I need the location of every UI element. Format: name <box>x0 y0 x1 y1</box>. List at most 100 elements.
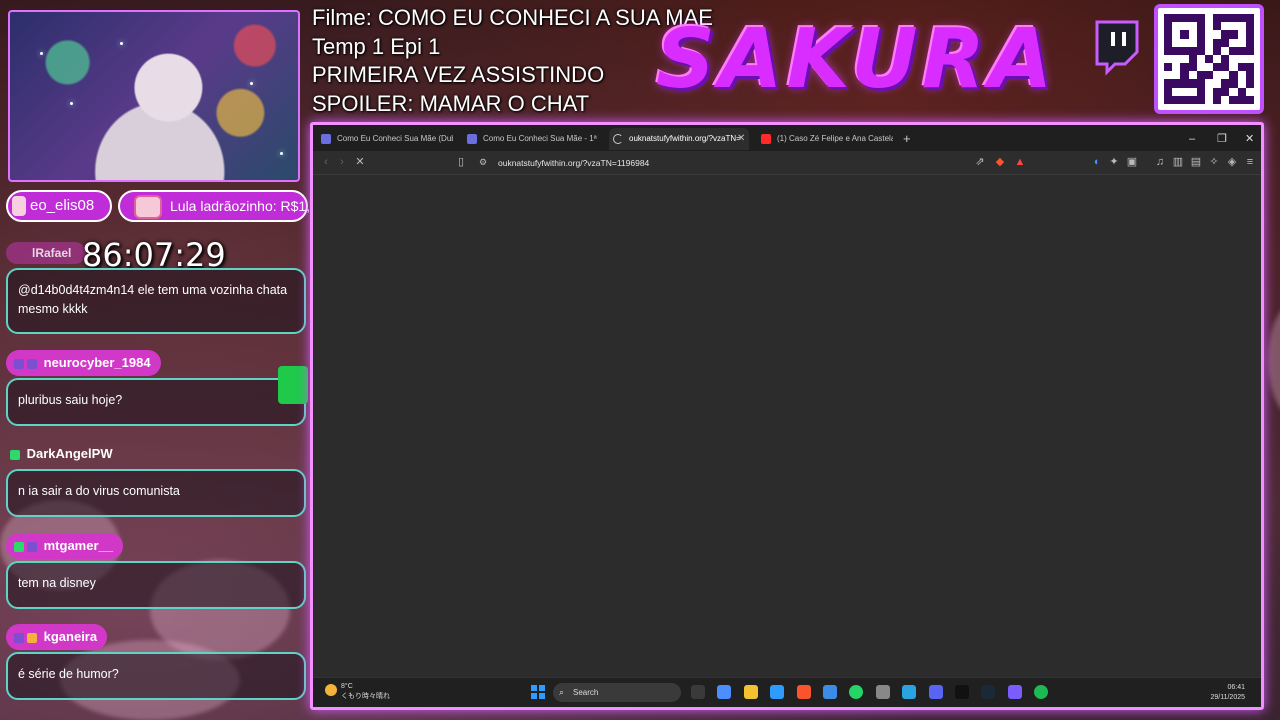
extensions-icon[interactable]: ✦ <box>1107 155 1121 169</box>
back-icon[interactable]: ‹ <box>319 155 333 169</box>
chat-message-text: @d14b0d4t4zm4n14 ele tem uma vozinha cha… <box>18 283 288 316</box>
maximize-button[interactable]: ❐ <box>1217 128 1227 150</box>
audio-icon[interactable]: ◖ <box>1089 155 1103 169</box>
app-icon[interactable] <box>1007 685 1022 699</box>
tab-como-eu-conheci-dublado[interactable]: Como Eu Conheci Sua Mãe (Dublado) <box>317 128 453 150</box>
brave-shields-icon[interactable]: ◆ <box>993 155 1007 169</box>
qr-module <box>1213 95 1222 104</box>
brave-icon[interactable] <box>796 685 811 699</box>
weather-widget[interactable]: 8°C くもり時々晴れ <box>325 682 390 702</box>
task-view-icon[interactable] <box>691 685 705 699</box>
vpn-icon[interactable]: ◈ <box>1225 155 1239 169</box>
qr-module <box>1237 38 1246 47</box>
obs-icon[interactable] <box>875 685 890 699</box>
chat-message-text: n ia sair a do virus comunista <box>18 484 180 498</box>
copilot-icon[interactable] <box>717 685 732 699</box>
qr-module <box>1180 22 1189 31</box>
qr-module <box>1245 38 1254 47</box>
qr-module <box>1221 22 1230 31</box>
wallet-icon[interactable]: ▣ <box>1125 155 1139 169</box>
qr-module <box>1237 95 1246 104</box>
clock-date: 29/11/2025 <box>1210 694 1245 701</box>
taskbar-search[interactable]: ⌕ Search <box>553 683 681 702</box>
edge-icon[interactable] <box>770 685 785 699</box>
qr-module <box>1237 63 1246 72</box>
file-explorer-icon[interactable] <box>743 685 758 699</box>
qr-module <box>1213 79 1222 88</box>
cake-icon <box>134 195 162 219</box>
clock-time: 06:41 <box>1227 684 1245 691</box>
chat-message-text: tem na disney <box>18 576 96 590</box>
qr-module <box>1229 71 1238 80</box>
qr-module <box>1245 95 1254 104</box>
capcut-icon[interactable] <box>955 685 969 699</box>
tab-como-eu-conheci-temp[interactable]: Como Eu Conheci Sua Mãe - 1ª Temp <box>463 128 599 150</box>
qr-module <box>1196 71 1205 80</box>
close-window-button[interactable]: ✕ <box>1245 128 1254 150</box>
qr-module <box>1164 14 1173 23</box>
qr-module <box>1221 30 1230 39</box>
brave-rewards-icon[interactable]: ▲ <box>1013 155 1027 169</box>
qr-module <box>1213 54 1222 64</box>
spotify-icon[interactable] <box>1034 685 1049 699</box>
qr-module <box>1204 79 1214 88</box>
qr-module <box>1180 14 1189 23</box>
qr-module <box>1180 38 1189 47</box>
media-icon[interactable]: ♫ <box>1153 155 1167 169</box>
chat-username-text: mtgamer__ <box>43 538 113 553</box>
qr-module <box>1164 22 1173 31</box>
share-icon[interactable]: ⇗ <box>973 155 987 169</box>
pip-icon[interactable]: ▤ <box>1189 155 1203 169</box>
qr-module <box>1188 30 1197 39</box>
discord-icon[interactable] <box>928 685 943 699</box>
minimize-button[interactable]: – <box>1189 128 1195 150</box>
qr-module <box>1180 71 1189 80</box>
tab-youtube-video[interactable]: (1) Caso Zé Felipe e Ana Castela é um <box>757 128 893 150</box>
site-info-icon[interactable]: ⚙ <box>476 155 490 169</box>
qr-module <box>1172 95 1181 104</box>
light-dot <box>70 102 73 105</box>
light-dot <box>120 42 123 45</box>
qr-module <box>1245 22 1254 31</box>
qr-module <box>1172 14 1181 23</box>
qr-module <box>1172 30 1181 39</box>
blossom-decoration <box>1268 300 1280 420</box>
qr-module <box>1213 71 1222 80</box>
new-tab-button[interactable]: + <box>903 128 911 150</box>
qr-module <box>1164 54 1173 64</box>
sidebar-icon[interactable]: ▥ <box>1171 155 1185 169</box>
qr-module <box>1164 46 1173 55</box>
qr-module <box>1196 22 1205 31</box>
qr-module <box>1180 54 1189 64</box>
steam-icon[interactable] <box>981 685 996 699</box>
qr-module <box>1164 79 1173 88</box>
qr-module <box>1221 79 1230 88</box>
telegram-icon[interactable] <box>902 685 917 699</box>
stop-loading-icon[interactable]: ✕ <box>353 155 367 169</box>
store-icon[interactable] <box>823 685 837 699</box>
qr-module <box>1188 54 1197 64</box>
tab-active-page[interactable]: ouknatstufyfwithin.org/?vzaTN= <box>609 128 749 150</box>
chat-username-text: DarkAngelPW <box>26 446 113 461</box>
forward-icon[interactable]: › <box>335 155 349 169</box>
qr-module <box>1221 46 1230 55</box>
taskbar-clock[interactable]: 06:41 29/11/2025 <box>1210 683 1245 703</box>
leo-ai-icon[interactable]: ✧ <box>1207 155 1221 169</box>
chat-message: @d14b0d4t4zm4n14 ele tem uma vozinha cha… <box>6 268 306 334</box>
qr-module <box>1172 63 1181 72</box>
qr-module <box>1245 30 1254 39</box>
qr-module <box>1221 38 1230 47</box>
page-content-loading[interactable] <box>313 176 1261 677</box>
stream-line-title: Filme: COMO EU CONHECI A SUA MAE <box>312 5 713 30</box>
qr-module <box>1229 54 1238 64</box>
close-tab-icon[interactable]: ✕ <box>737 128 745 150</box>
address-bar[interactable]: ouknatstufyfwithin.org/?vzaTN=1196984 <box>498 155 649 171</box>
whatsapp-icon[interactable] <box>849 685 864 699</box>
windows-start-icon[interactable] <box>531 685 545 699</box>
qr-module <box>1196 95 1205 104</box>
chat-message: pluribus saiu hoje? <box>6 378 306 426</box>
chat-message-text: é série de humor? <box>18 667 119 681</box>
menu-icon[interactable]: ≡ <box>1243 155 1257 169</box>
bookmark-icon[interactable]: ▯ <box>454 155 468 169</box>
chat-username: mtgamer__ <box>6 533 123 559</box>
